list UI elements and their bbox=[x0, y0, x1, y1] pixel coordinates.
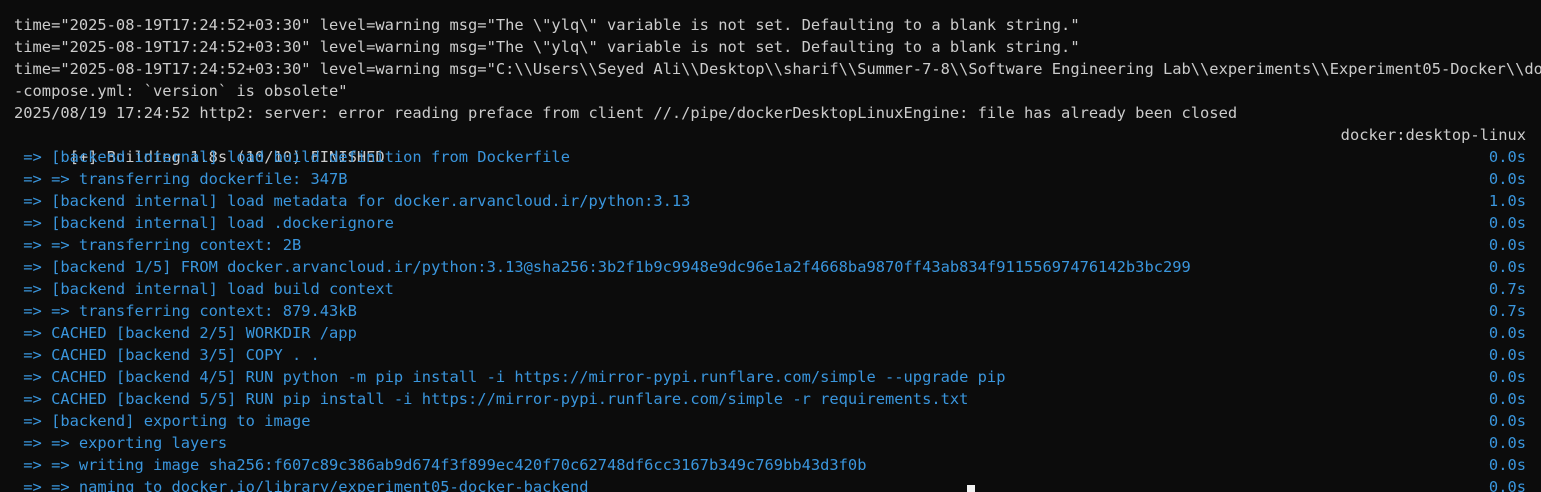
log-text: 2025/08/19 17:24:52 http2: server: error… bbox=[14, 104, 1238, 122]
build-step: => [backend internal] load metadata for … bbox=[14, 190, 1526, 212]
text-cursor bbox=[967, 485, 975, 492]
build-step: => => transferring context: 2B 0.0s bbox=[14, 234, 1526, 256]
build-step: => [backend internal] load build context… bbox=[14, 278, 1526, 300]
build-step-time: 0.7s bbox=[1488, 302, 1526, 320]
build-step-text: => => transferring context: 2B bbox=[14, 236, 302, 254]
build-step-text: => => naming to docker.io/library/experi… bbox=[14, 478, 589, 492]
build-step: => CACHED [backend 5/5] RUN pip install … bbox=[14, 388, 1526, 410]
build-step: => [backend 1/5] FROM docker.arvancloud.… bbox=[14, 256, 1526, 278]
build-step-time: 0.0s bbox=[1488, 236, 1526, 254]
build-step-text: => => transferring dockerfile: 347B bbox=[14, 170, 348, 188]
log-line: 2025/08/19 17:24:52 http2: server: error… bbox=[14, 102, 1526, 124]
build-step-time: 0.0s bbox=[1488, 170, 1526, 188]
build-step-time: 0.0s bbox=[1488, 214, 1526, 232]
build-header: [+] Building 1.8s (10/10) FINISHED docke… bbox=[14, 124, 1526, 166]
build-step-time: 0.0s bbox=[1488, 456, 1526, 474]
log-text: time="2025-08-19T17:24:52+03:30" level=w… bbox=[14, 38, 1080, 56]
terminal-output: time="2025-08-19T17:24:52+03:30" level=w… bbox=[14, 0, 1541, 492]
build-step: => => exporting layers 0.0s bbox=[14, 432, 1526, 454]
build-step: => => transferring context: 879.43kB 0.7s bbox=[14, 300, 1526, 322]
build-step-text: => => exporting layers bbox=[14, 434, 228, 452]
build-step: => CACHED [backend 4/5] RUN python -m pi… bbox=[14, 366, 1526, 388]
build-step-time: 0.0s bbox=[1488, 390, 1526, 408]
build-step-time: 0.0s bbox=[1488, 324, 1526, 342]
log-text: time="2025-08-19T17:24:52+03:30" level=w… bbox=[14, 60, 1541, 78]
build-step-time: 0.0s bbox=[1488, 478, 1526, 492]
build-step-text: => [backend internal] load build context bbox=[14, 280, 394, 298]
build-step-time: 0.0s bbox=[1488, 412, 1526, 430]
build-step-text: => CACHED [backend 3/5] COPY . . bbox=[14, 346, 320, 364]
build-step-text: => CACHED [backend 2/5] WORKDIR /app bbox=[14, 324, 357, 342]
build-step: => => writing image sha256:f607c89c386ab… bbox=[14, 454, 1526, 476]
log-text: -compose.yml: `version` is obsolete" bbox=[14, 82, 348, 100]
build-step: => [backend internal] load build definit… bbox=[14, 146, 1526, 168]
build-context-label: docker:desktop-linux bbox=[1340, 126, 1526, 144]
build-step: => [backend] exporting to image 0.0s bbox=[14, 410, 1526, 432]
build-step-text: => CACHED [backend 4/5] RUN python -m pi… bbox=[14, 368, 1006, 386]
build-step-time: 0.7s bbox=[1488, 280, 1526, 298]
build-step: => CACHED [backend 3/5] COPY . . 0.0s bbox=[14, 344, 1526, 366]
build-step-time: 0.0s bbox=[1488, 368, 1526, 386]
log-line: time="2025-08-19T17:24:52+03:30" level=w… bbox=[14, 14, 1526, 36]
build-step-time: 1.0s bbox=[1488, 192, 1526, 210]
build-step-text: => CACHED [backend 5/5] RUN pip install … bbox=[14, 390, 969, 408]
terminal-window[interactable]: time="2025-08-19T17:24:52+03:30" level=w… bbox=[0, 0, 1541, 492]
log-line: -compose.yml: `version` is obsolete" bbox=[14, 80, 1526, 102]
log-line: time="2025-08-19T17:24:52+03:30" level=w… bbox=[14, 58, 1541, 80]
build-step-text: => => writing image sha256:f607c89c386ab… bbox=[14, 456, 867, 474]
log-line: time="2025-08-19T17:24:52+03:30" level=w… bbox=[14, 36, 1526, 58]
build-step: => CACHED [backend 2/5] WORKDIR /app 0.0s bbox=[14, 322, 1526, 344]
build-step: => => transferring dockerfile: 347B 0.0s bbox=[14, 168, 1526, 190]
build-step-text: => [backend internal] load build definit… bbox=[14, 148, 570, 166]
build-step-text: => [backend internal] load .dockerignore bbox=[14, 214, 394, 232]
build-step-time: 0.0s bbox=[1488, 148, 1526, 166]
build-step: => [backend internal] load .dockerignore… bbox=[14, 212, 1526, 234]
build-step-time: 0.0s bbox=[1488, 434, 1526, 452]
build-step: => => naming to docker.io/library/experi… bbox=[14, 476, 1526, 492]
build-step-time: 0.0s bbox=[1488, 346, 1526, 364]
build-step-text: => => transferring context: 879.43kB bbox=[14, 302, 357, 320]
build-step-text: => [backend internal] load metadata for … bbox=[14, 192, 691, 210]
build-step-time: 0.0s bbox=[1488, 258, 1526, 276]
build-step-text: => [backend 1/5] FROM docker.arvancloud.… bbox=[14, 258, 1191, 276]
build-step-text: => [backend] exporting to image bbox=[14, 412, 311, 430]
log-line-partial bbox=[14, 0, 1526, 14]
log-text: time="2025-08-19T17:24:52+03:30" level=w… bbox=[14, 16, 1080, 34]
